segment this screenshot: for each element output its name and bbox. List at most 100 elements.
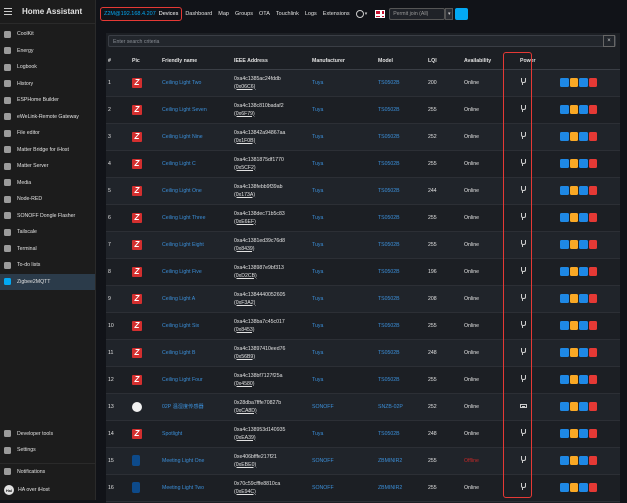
info-icon[interactable] xyxy=(579,375,588,384)
edit-icon[interactable] xyxy=(560,159,569,168)
delete-icon[interactable] xyxy=(588,483,597,492)
delete-icon[interactable] xyxy=(588,132,597,141)
sidebar-item-coolkit[interactable]: CoolKit xyxy=(0,26,95,43)
model-link[interactable]: ZBMINIR2 xyxy=(378,458,402,464)
network-address[interactable]: (0x173A) xyxy=(234,191,310,199)
model-link[interactable]: TS0502B xyxy=(378,323,400,329)
nav-extensions[interactable]: Extensions xyxy=(323,11,350,17)
edit-icon[interactable] xyxy=(560,132,569,141)
swap-icon[interactable] xyxy=(569,429,578,438)
delete-icon[interactable] xyxy=(588,267,597,276)
model-link[interactable]: SNZB-02P xyxy=(378,404,403,410)
search-input[interactable]: Enter search criteria × xyxy=(108,35,616,47)
manufacturer-link[interactable]: Tuya xyxy=(312,134,323,140)
manufacturer-link[interactable]: SONOFF xyxy=(312,485,334,491)
network-address[interactable]: (0x4580) xyxy=(234,380,310,388)
manufacturer-link[interactable]: Tuya xyxy=(312,161,323,167)
swap-icon[interactable] xyxy=(569,213,578,222)
swap-icon[interactable] xyxy=(569,159,578,168)
edit-icon[interactable] xyxy=(560,267,569,276)
sidebar-item-tailscale[interactable]: Tailscale xyxy=(0,224,95,241)
sidebar-item-esphome-builder[interactable]: ESPHome Builder xyxy=(0,92,95,109)
manufacturer-link[interactable]: SONOFF xyxy=(312,458,334,464)
device-name-link[interactable]: Meeting Light Two xyxy=(162,485,204,491)
delete-icon[interactable] xyxy=(588,159,597,168)
sidebar-item-to-do-lists[interactable]: To-do lists xyxy=(0,257,95,274)
hamburger-menu-icon[interactable] xyxy=(4,8,12,15)
edit-icon[interactable] xyxy=(560,483,569,492)
edit-icon[interactable] xyxy=(560,294,569,303)
swap-icon[interactable] xyxy=(569,321,578,330)
device-name-link[interactable]: Ceiling Light B xyxy=(162,350,195,356)
delete-icon[interactable] xyxy=(588,105,597,114)
network-address[interactable]: (0x06C6) xyxy=(234,83,310,91)
model-link[interactable]: TS0502B xyxy=(378,242,400,248)
info-icon[interactable] xyxy=(579,348,588,357)
network-address[interactable]: (0x6F79) xyxy=(234,110,310,118)
info-icon[interactable] xyxy=(579,78,588,87)
manufacturer-link[interactable]: Tuya xyxy=(312,107,323,113)
network-address[interactable]: (0x8453) xyxy=(234,326,310,334)
edit-icon[interactable] xyxy=(560,78,569,87)
model-link[interactable]: TS0502B xyxy=(378,350,400,356)
manufacturer-link[interactable]: Tuya xyxy=(312,188,323,194)
col-ieee-address[interactable]: IEEE Address xyxy=(232,53,310,70)
swap-icon[interactable] xyxy=(569,267,578,276)
swap-icon[interactable] xyxy=(569,402,578,411)
host-link[interactable]: Z2M@192.168.4.207 xyxy=(104,11,156,17)
info-icon[interactable] xyxy=(579,483,588,492)
chevron-down-icon[interactable]: ▾ xyxy=(365,11,368,17)
swap-icon[interactable] xyxy=(569,294,578,303)
delete-icon[interactable] xyxy=(588,186,597,195)
device-name-link[interactable]: Ceiling Light One xyxy=(162,188,202,194)
manufacturer-link[interactable]: Tuya xyxy=(312,242,323,248)
sidebar-item-sonoff-dongle-flasher[interactable]: SONOFF Dongle Flasher xyxy=(0,208,95,225)
edit-icon[interactable] xyxy=(560,240,569,249)
sidebar-item-notifications[interactable]: Notifications xyxy=(0,464,96,481)
model-link[interactable]: TS0502B xyxy=(378,188,400,194)
manufacturer-link[interactable]: Tuya xyxy=(312,269,323,275)
delete-icon[interactable] xyxy=(588,348,597,357)
network-address[interactable]: (0xE94C) xyxy=(234,488,310,496)
info-icon[interactable] xyxy=(579,213,588,222)
swap-icon[interactable] xyxy=(569,105,578,114)
model-link[interactable]: TS0502B xyxy=(378,431,400,437)
network-address[interactable]: (0xEBE0) xyxy=(234,461,310,469)
nav-logs[interactable]: Logs xyxy=(305,11,317,17)
nav-groups[interactable]: Groups xyxy=(235,11,253,17)
info-icon[interactable] xyxy=(579,456,588,465)
model-link[interactable]: TS0502B xyxy=(378,134,400,140)
clear-search-button[interactable]: × xyxy=(603,35,615,47)
network-address[interactable]: (0x5CF2) xyxy=(234,164,310,172)
network-address[interactable]: (0xD2CB) xyxy=(234,272,310,280)
network-address[interactable]: (0xCA8D) xyxy=(234,407,310,415)
device-name-link[interactable]: Ceiling Light Two xyxy=(162,80,201,86)
device-name-link[interactable]: Ceiling Light C xyxy=(162,161,196,167)
col-lqi[interactable]: LQI xyxy=(426,53,462,70)
sidebar-item-matter-bridge-for-ihost[interactable]: Matter Bridge for iHost xyxy=(0,142,95,159)
model-link[interactable]: TS0502B xyxy=(378,80,400,86)
sidebar-item-profile[interactable]: HaI HA over iHost xyxy=(0,480,96,500)
delete-icon[interactable] xyxy=(588,321,597,330)
info-icon[interactable] xyxy=(579,240,588,249)
delete-icon[interactable] xyxy=(588,213,597,222)
edit-icon[interactable] xyxy=(560,186,569,195)
manufacturer-link[interactable]: Tuya xyxy=(312,431,323,437)
sidebar-item-terminal[interactable]: Terminal xyxy=(0,241,95,258)
device-name-link[interactable]: 02P 温湿度传感器 xyxy=(162,404,204,410)
device-name-link[interactable]: Ceiling Light A xyxy=(162,296,195,302)
manufacturer-link[interactable]: Tuya xyxy=(312,377,323,383)
col-number[interactable]: # xyxy=(106,53,130,70)
manufacturer-link[interactable]: Tuya xyxy=(312,350,323,356)
device-name-link[interactable]: Ceiling Light Three xyxy=(162,215,205,221)
delete-icon[interactable] xyxy=(588,375,597,384)
manufacturer-link[interactable]: Tuya xyxy=(312,215,323,221)
device-name-link[interactable]: Ceiling Light Seven xyxy=(162,107,207,113)
manufacturer-link[interactable]: Tuya xyxy=(312,323,323,329)
sidebar-item-settings[interactable]: Settings xyxy=(0,442,96,459)
network-address[interactable]: (0xE6EF) xyxy=(234,218,310,226)
manufacturer-link[interactable]: Tuya xyxy=(312,80,323,86)
info-icon[interactable] xyxy=(579,132,588,141)
sidebar-item-zigbee2mqtt[interactable]: Zigbee2MQTT xyxy=(0,273,95,290)
col-availability[interactable]: Availability xyxy=(462,53,518,70)
